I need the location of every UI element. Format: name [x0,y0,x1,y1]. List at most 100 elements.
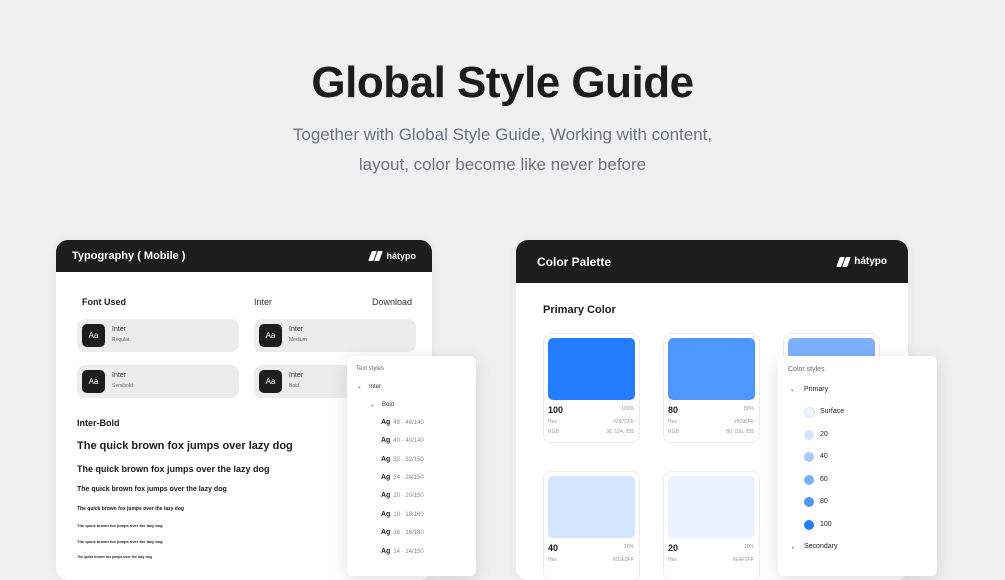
color-style-item[interactable]: 40 [820,453,828,460]
style-spec: 48 · 48/140 [393,420,424,426]
hex-label: Hex [668,419,677,425]
color-dot-80 [804,497,814,507]
text-style-item[interactable]: Ag 14 · 14/150 [381,548,424,555]
rgb-value: 36, 124, 255 [606,429,634,435]
sample-text-32: The quick brown fox jumps over the lazy … [77,486,227,493]
color-swatch [668,338,755,400]
font-glyph: Aa [82,370,105,393]
style-spec: 20 · 20/150 [393,493,424,499]
color-swatch [548,338,635,400]
sample-text-48: The quick brown fox jumps over lazy dog [77,440,293,452]
text-style-item[interactable]: Ag 40 · 40/140 [381,437,424,444]
color-style-item[interactable]: 20 [820,431,828,438]
font-glyph: Aa [259,370,282,393]
font-chip-medium[interactable]: Aa Inter Medium [254,319,416,352]
style-spec: 16 · 16/180 [393,530,424,536]
hex-label: Hex [668,557,677,563]
hex-label: Hex [548,419,557,425]
chevron-down-icon[interactable]: ▾ [358,385,361,391]
font-chip-name: Inter [289,326,304,333]
swatch-card-40[interactable]: 40 20% Hex #D3E5FF [543,471,640,580]
style-glyph: Ag [381,474,391,481]
sample-text-20: The quick brown fox jumps over the lazy … [77,523,163,528]
rgb-value: 80, 150, 255 [726,429,754,435]
swatch-card-100[interactable]: 100 100% Hex #247CFF RGB 36, 124, 255 [543,333,640,443]
swatch-level: 40 [548,543,559,553]
font-chip-name: Inter [112,372,127,379]
font-name: Inter [254,297,273,307]
font-chip-weight: Semibold [112,383,133,389]
font-chip-regular[interactable]: Aa Inter Regular [77,319,239,352]
hex-value: #EAF2FF [732,557,754,563]
font-glyph: Aa [82,324,105,347]
swatch-percent: 10% [743,544,754,550]
color-style-item[interactable]: Surface [820,408,844,415]
text-style-item[interactable]: Ag 16 · 16/180 [381,529,424,536]
color-dot-60 [804,475,814,485]
style-spec: 24 · 24/150 [393,475,424,481]
tree-group-primary[interactable]: Primary [804,386,828,393]
style-spec: 14 · 14/150 [393,549,424,555]
sample-text-40: The quick brown fox jumps over the lazy … [77,464,270,474]
style-glyph: Ag [381,437,391,444]
rgb-label: RGB [668,429,679,435]
swatch-percent: 20% [623,544,634,550]
color-dot-surface [804,407,815,418]
tree-group-secondary[interactable]: Secondary [804,543,837,550]
chevron-right-icon[interactable]: ▸ [792,545,795,551]
sample-text-18: The quick brown fox jumps over the lazy … [77,539,163,544]
color-style-item[interactable]: 80 [820,498,828,505]
swatch-percent: 80% [743,406,754,412]
sample-text-16: The quick brown fox jumps over the lazy … [77,555,152,559]
brand-name: hátypo [854,256,887,267]
text-style-item[interactable]: Ag 18 · 18/160 [381,511,424,518]
text-style-item[interactable]: Ag 32 · 32/150 [381,456,424,463]
hex-value: #247CFF [613,419,634,425]
typography-card-title: Typography ( Mobile ) [72,250,186,262]
color-swatch [668,476,755,538]
style-glyph: Ag [381,419,391,426]
style-glyph: Ag [381,511,391,518]
chevron-down-icon[interactable]: ▾ [791,388,794,394]
style-glyph: Ag [381,492,391,499]
font-chip-weight: Medium [289,337,307,343]
brand-logo: hátypo [836,256,887,267]
rgb-label: RGB [548,429,559,435]
text-style-item[interactable]: Ag 24 · 24/150 [381,474,424,481]
page-title: Global Style Guide [311,58,694,107]
swatch-card-80[interactable]: 80 80% Hex #5096FF RGB 80, 150, 255 [663,333,760,443]
swatch-level: 80 [668,405,679,415]
download-link[interactable]: Download [372,297,412,307]
brand-mark-icon [836,256,852,267]
tree-group-inter[interactable]: Inter [369,384,381,390]
palette-card-title: Color Palette [537,254,612,269]
style-spec: 18 · 18/160 [393,512,424,518]
font-chip-name: Inter [289,372,304,379]
swatch-card-20[interactable]: 20 10% Hex #EAF2FF [663,471,760,580]
font-chip-name: Inter [112,326,127,333]
color-styles-panel: Color styles ▾ Primary Surface 20 40 60 … [778,356,937,576]
text-style-item[interactable]: Ag 48 · 48/140 [381,419,424,426]
font-chip-weight: Bold [289,383,300,389]
swatch-percent: 100% [621,406,634,412]
text-style-item[interactable]: Ag 20 · 20/150 [381,492,424,499]
text-styles-panel: Text styles ▾ Inter ▾ Bold Ag 48 · 48/140… [347,356,476,576]
color-style-item[interactable]: 100 [820,521,832,528]
page-subtitle-line-1: Together with Global Style Guide, Workin… [292,125,713,144]
primary-color-heading: Primary Color [543,304,616,316]
color-styles-title: Color styles [788,366,825,373]
hex-value: #5096FF [733,419,754,425]
tree-group-bold[interactable]: Bold [382,402,394,408]
style-spec: 40 · 40/140 [393,438,424,444]
color-dot-20 [804,430,814,440]
swatch-level: 100 [548,405,564,415]
color-dot-100 [804,520,814,530]
font-chip-semibold[interactable]: Aa Inter Semibold [77,365,239,398]
color-style-item[interactable]: 60 [820,476,828,483]
chevron-down-icon[interactable]: ▾ [371,403,374,409]
palette-card-header: Color Palette hátypo [516,240,908,283]
swatch-level: 20 [668,543,679,553]
font-chip-weight: Regular [112,337,130,343]
font-glyph: Aa [259,324,282,347]
brand-mark-icon [368,251,384,261]
